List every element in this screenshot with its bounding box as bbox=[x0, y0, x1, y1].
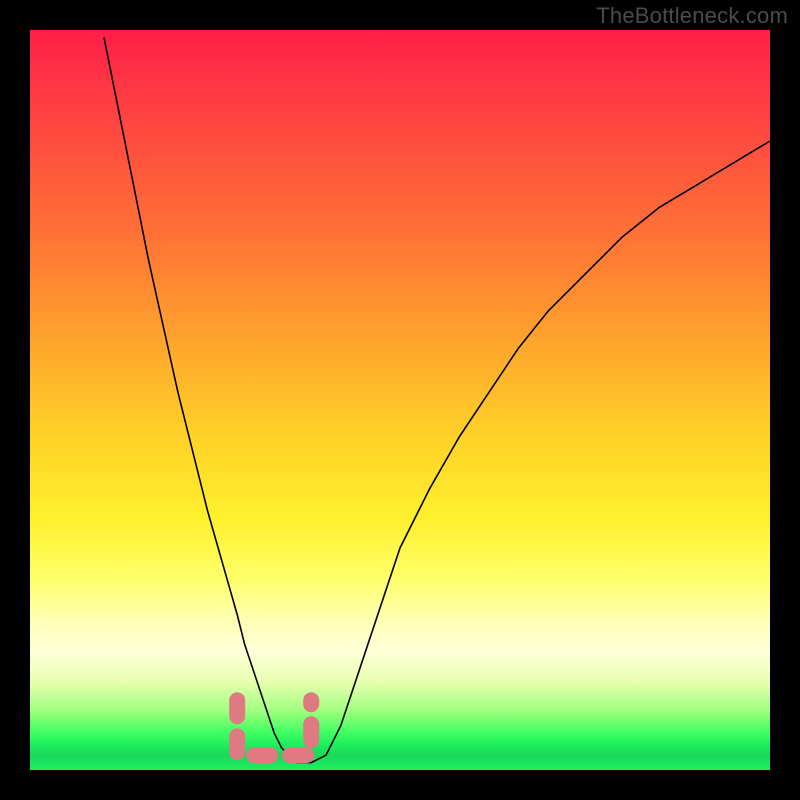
bottleneck-curve-line bbox=[104, 37, 770, 762]
plot-area bbox=[30, 30, 770, 770]
watermark-text: TheBottleneck.com bbox=[596, 3, 788, 29]
optimal-region-dashed bbox=[237, 700, 311, 755]
chart-frame: TheBottleneck.com bbox=[0, 0, 800, 800]
chart-svg bbox=[30, 30, 770, 770]
